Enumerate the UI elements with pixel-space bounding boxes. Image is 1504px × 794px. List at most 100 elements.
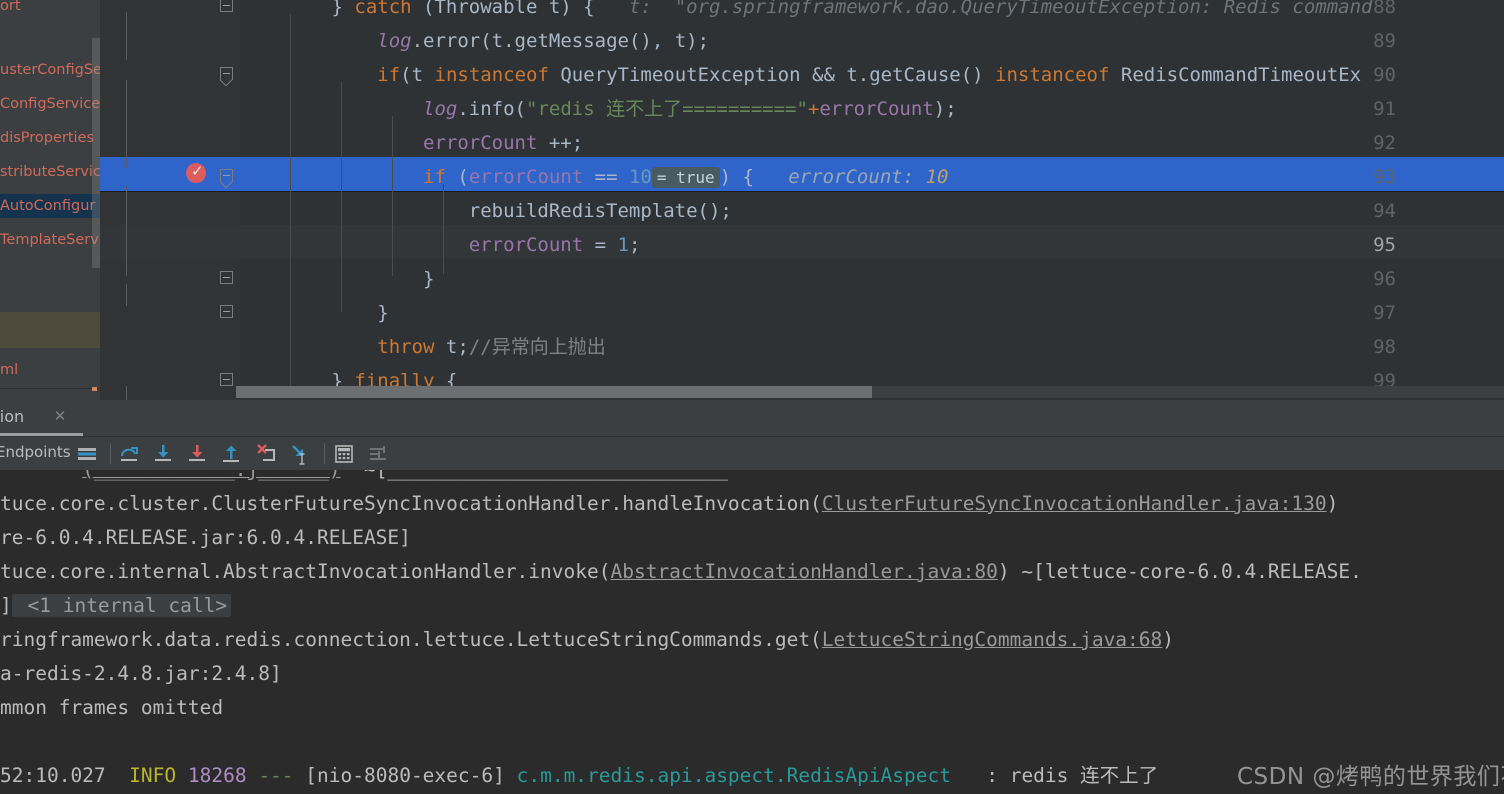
fold-marker[interactable] bbox=[220, 364, 234, 398]
console-line: (____________.j______) ~[_______________… bbox=[0, 470, 728, 487]
fold-marker[interactable] bbox=[220, 0, 234, 24]
breakpoint-icon[interactable]: ✓ bbox=[186, 163, 208, 185]
code-token: + bbox=[807, 98, 820, 120]
fold-region-line bbox=[126, 386, 127, 400]
code-line: errorCount = 1; bbox=[240, 228, 641, 262]
console-text: ) ~[lettuce-core-6.0.4.RELEASE. bbox=[997, 560, 1362, 583]
evaluate-expression-icon[interactable] bbox=[332, 442, 356, 466]
code-token: .error(t.getMessage(), t); bbox=[411, 30, 710, 52]
code-line: log.info("redis 连不上了=========="+errorCou… bbox=[240, 92, 957, 126]
project-item[interactable]: TemplateServ bbox=[0, 228, 99, 252]
endpoints-icon[interactable] bbox=[75, 442, 99, 466]
console-link[interactable]: LettuceStringCommands.java:68 bbox=[822, 628, 1162, 651]
code-token: catch bbox=[354, 0, 424, 18]
code-line: if(t instanceof QueryTimeoutException &&… bbox=[240, 58, 1361, 92]
editor-area: ort usterConfigSer ConfigService disProp… bbox=[0, 0, 1504, 400]
console-line: ] <1 internal call> bbox=[0, 589, 232, 623]
console-text: tuce.core.cluster.ClusterFutureSyncInvoc… bbox=[0, 492, 822, 515]
console-output[interactable]: (____________.j______) ~[_______________… bbox=[0, 470, 1504, 794]
console-text: <1 internal call> bbox=[11, 594, 232, 617]
console-link[interactable]: ClusterFutureSyncInvocationHandler.java:… bbox=[822, 492, 1327, 515]
debugger-toolbar: Endpoints bbox=[0, 437, 1504, 470]
console-line: re-6.0.4.RELEASE.jar:6.0.4.RELEASE] bbox=[0, 521, 411, 555]
code-token: ++; bbox=[537, 132, 584, 154]
project-item[interactable]: usterConfigSer bbox=[0, 58, 100, 82]
fold-marker[interactable] bbox=[220, 296, 234, 330]
force-step-into-icon[interactable] bbox=[186, 442, 210, 466]
tab-label: lication bbox=[0, 407, 25, 426]
console-text: re-6.0.4.RELEASE.jar:6.0.4.RELEASE] bbox=[0, 526, 411, 549]
code-token: errorCount bbox=[468, 234, 584, 256]
project-panel-scrollbar[interactable] bbox=[92, 38, 100, 268]
code-token: "redis 连不上了==========" bbox=[526, 98, 808, 120]
code-token: 1 bbox=[617, 234, 629, 256]
console-text: 18268 bbox=[187, 764, 247, 787]
code-token: //异常向上抛出 bbox=[468, 336, 606, 358]
watermark: CSDN @烤鸭的世界我们不懂 bbox=[1237, 764, 1504, 790]
code-token: = true bbox=[651, 167, 720, 188]
decorative-dots bbox=[80, 378, 100, 391]
console-text: INFO bbox=[129, 764, 177, 787]
code-content[interactable]: } catch (Throwable t) { t: "org.springfr… bbox=[240, 0, 1504, 400]
run-to-cursor-icon[interactable] bbox=[288, 442, 312, 466]
close-icon[interactable]: ✕ bbox=[52, 408, 68, 424]
console-link[interactable]: AbstractInvocationHandler.java:80 bbox=[610, 560, 997, 583]
fold-marker-arrow[interactable] bbox=[220, 160, 234, 194]
project-item[interactable]: ConfigService bbox=[0, 92, 100, 116]
code-token: 10 bbox=[925, 166, 949, 188]
project-item[interactable]: ml bbox=[0, 358, 18, 382]
code-token: log bbox=[423, 98, 458, 120]
code-line: } bbox=[240, 262, 434, 296]
console-link[interactable]: (____________.j______) bbox=[82, 470, 340, 481]
step-over-icon[interactable] bbox=[118, 442, 142, 466]
console-line: a-redis-2.4.8.jar:2.4.8] bbox=[0, 657, 282, 691]
fold-region-line bbox=[126, 80, 127, 168]
project-item[interactable]: stributeServic bbox=[0, 160, 100, 184]
code-line: errorCount ++; bbox=[240, 126, 583, 160]
project-item-selected[interactable]: AutoConfigur bbox=[0, 194, 100, 218]
toolbar-separator bbox=[324, 443, 325, 464]
code-token: errorCount bbox=[819, 98, 934, 120]
code-line: } catch (Throwable t) { t: "org.springfr… bbox=[240, 0, 1373, 24]
console-text: [nio-8080-exec-6] bbox=[293, 764, 517, 787]
tab-application[interactable]: lication bbox=[0, 400, 34, 434]
code-token: } bbox=[240, 0, 355, 18]
sort-icon[interactable] bbox=[366, 442, 390, 466]
console-text: tuce.core.internal.AbstractInvocationHan… bbox=[0, 560, 611, 583]
fold-marker-arrow[interactable] bbox=[220, 58, 234, 92]
project-panel[interactable]: ort usterConfigSer ConfigService disProp… bbox=[0, 0, 100, 400]
ide-window: ort usterConfigSer ConfigService disProp… bbox=[0, 0, 1504, 794]
code-token: instanceof bbox=[434, 64, 561, 86]
code-token: errorCount bbox=[423, 132, 538, 154]
code-token: RedisCommandTimeoutEx bbox=[1120, 64, 1362, 86]
run-tab-bar: lication ✕ bbox=[0, 400, 1504, 436]
code-line: rebuildRedisTemplate(); bbox=[240, 194, 732, 228]
code-token: rebuildRedisTemplate(); bbox=[240, 200, 732, 222]
project-item[interactable]: disProperties bbox=[0, 126, 94, 150]
fold-marker[interactable] bbox=[220, 262, 234, 296]
project-item-highlight[interactable] bbox=[0, 312, 100, 348]
step-out-icon[interactable] bbox=[220, 442, 244, 466]
code-token: } bbox=[240, 302, 389, 324]
console-log-line: 52:10.027 INFO 18268 --- [nio-8080-exec-… bbox=[0, 759, 1158, 793]
code-token: = bbox=[583, 234, 618, 256]
editor-hscrollbar-thumb[interactable] bbox=[236, 386, 872, 398]
project-item[interactable]: ort bbox=[0, 0, 21, 18]
step-into-icon[interactable] bbox=[152, 442, 176, 466]
code-token: throw bbox=[377, 336, 446, 358]
code-token: (t bbox=[400, 64, 435, 86]
console-text: c.m.m.redis.api.aspect.RedisApiAspect bbox=[516, 764, 951, 787]
editor-gutter[interactable] bbox=[100, 0, 240, 400]
console-line: tuce.core.internal.AbstractInvocationHan… bbox=[0, 555, 1362, 589]
drop-frame-icon[interactable] bbox=[254, 442, 278, 466]
code-token: errorCount: bbox=[753, 166, 926, 188]
console-text: mmon frames omitted bbox=[0, 696, 224, 719]
console-text: ] bbox=[0, 594, 12, 617]
